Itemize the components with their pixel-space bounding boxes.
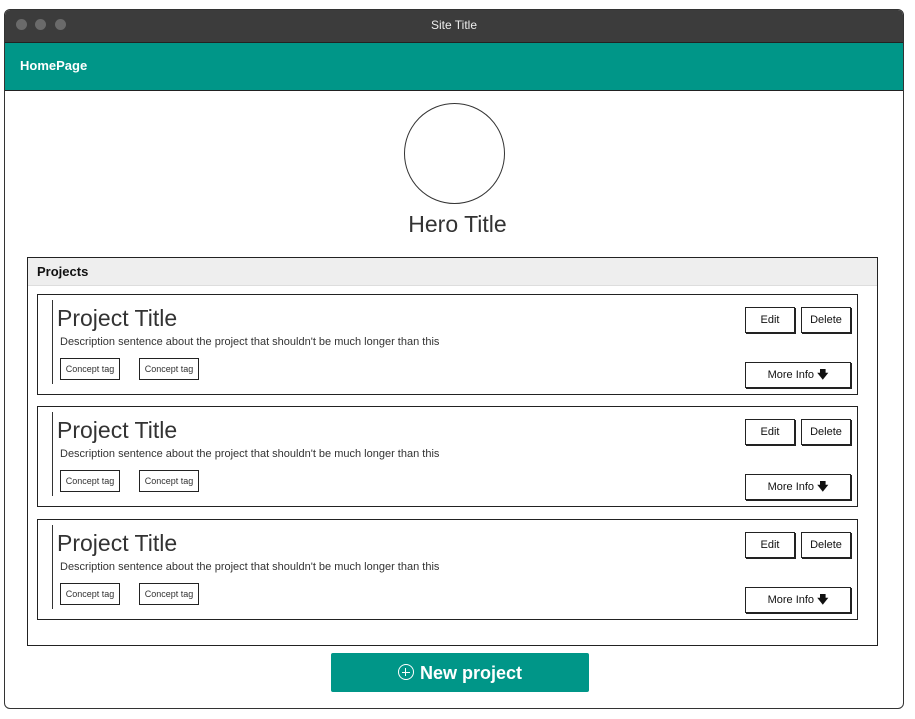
concept-tag[interactable]: Concept tag bbox=[60, 358, 120, 380]
more-info-label: More Info bbox=[767, 481, 815, 493]
card-rule bbox=[52, 300, 53, 384]
concept-tag[interactable]: Concept tag bbox=[139, 470, 199, 492]
window-title: Site Title bbox=[430, 18, 478, 32]
top-navbar: HomePage bbox=[5, 42, 903, 91]
project-card: Project Title Description sentence about… bbox=[37, 294, 858, 395]
projects-panel-title: Projects bbox=[37, 264, 89, 279]
more-info-button[interactable]: More Info 🡇 bbox=[745, 474, 851, 500]
concept-tag[interactable]: Concept tag bbox=[60, 470, 120, 492]
project-description: Description sentence about the project t… bbox=[60, 336, 440, 348]
more-info-label: More Info bbox=[767, 594, 815, 606]
new-project-label: New project bbox=[419, 663, 523, 683]
card-rule bbox=[52, 525, 53, 609]
concept-tag[interactable]: Concept tag bbox=[60, 583, 120, 605]
edit-button[interactable]: Edit bbox=[745, 419, 795, 445]
delete-button[interactable]: Delete bbox=[801, 307, 851, 333]
card-rule bbox=[52, 412, 53, 496]
edit-button[interactable]: Edit bbox=[745, 532, 795, 558]
project-description: Description sentence about the project t… bbox=[60, 448, 440, 460]
projects-panel: Projects Project Title Description sente… bbox=[27, 257, 878, 646]
arrow-down-icon: 🡇 bbox=[817, 594, 829, 606]
concept-tag[interactable]: Concept tag bbox=[139, 358, 199, 380]
new-project-button[interactable]: New project bbox=[331, 653, 589, 692]
brand-link[interactable]: HomePage bbox=[20, 58, 87, 73]
project-title: Project Title bbox=[57, 305, 178, 331]
concept-tag[interactable]: Concept tag bbox=[139, 583, 199, 605]
project-card: Project Title Description sentence about… bbox=[37, 406, 858, 507]
more-info-label: More Info bbox=[767, 369, 815, 381]
edit-button[interactable]: Edit bbox=[745, 307, 795, 333]
more-info-button[interactable]: More Info 🡇 bbox=[745, 362, 851, 388]
delete-button[interactable]: Delete bbox=[801, 532, 851, 558]
projects-panel-header: Projects bbox=[28, 258, 877, 286]
more-info-button[interactable]: More Info 🡇 bbox=[745, 587, 851, 613]
project-description: Description sentence about the project t… bbox=[60, 561, 440, 573]
delete-button[interactable]: Delete bbox=[801, 419, 851, 445]
project-card: Project Title Description sentence about… bbox=[37, 519, 858, 620]
arrow-down-icon: 🡇 bbox=[817, 369, 829, 381]
project-title: Project Title bbox=[57, 417, 178, 443]
arrow-down-icon: 🡇 bbox=[817, 481, 829, 493]
window-titlebar: Site Title bbox=[5, 10, 903, 42]
plus-circle-icon bbox=[397, 664, 414, 680]
hero-avatar bbox=[404, 103, 505, 204]
hero-title: Hero Title bbox=[408, 211, 507, 237]
project-title: Project Title bbox=[57, 530, 178, 556]
